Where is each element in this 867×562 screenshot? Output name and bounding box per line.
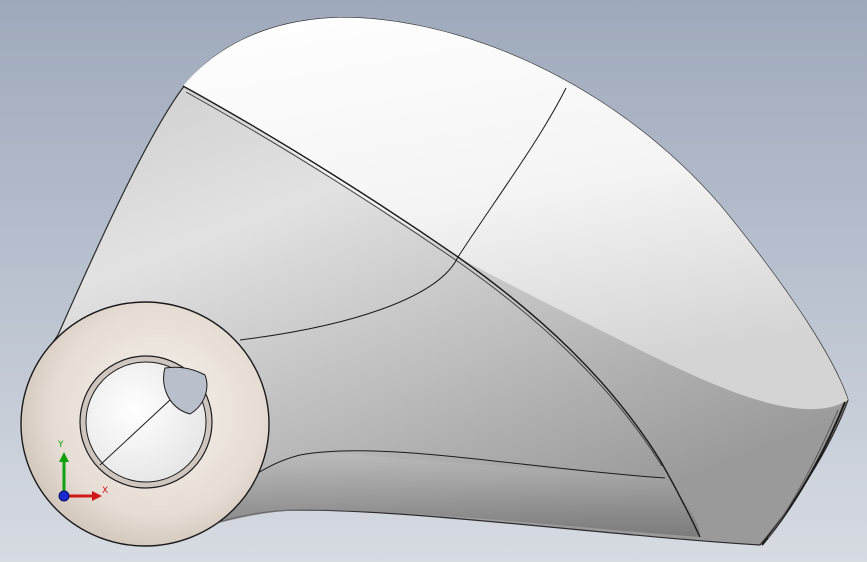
coordinate-triad: Y X (50, 440, 120, 510)
graphics-viewport[interactable]: Y X (0, 0, 867, 562)
3d-part-model[interactable] (0, 0, 867, 562)
triad-y-label: Y (58, 440, 64, 450)
triad-x-label: X (102, 486, 109, 496)
triad-axes-icon (58, 452, 102, 502)
